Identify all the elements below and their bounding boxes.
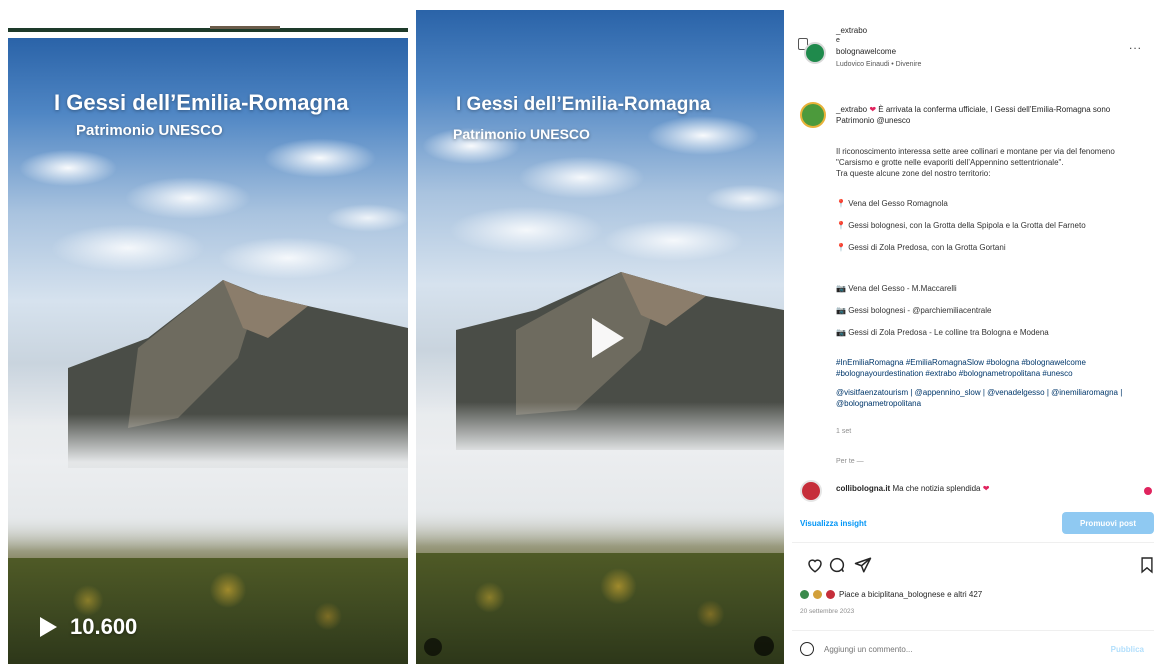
tagged-user-icon[interactable] [424, 638, 442, 656]
pin-icon: 📍 [836, 221, 849, 230]
mute-icon[interactable] [754, 636, 774, 656]
promote-post-button[interactable]: Promuovi post [1062, 512, 1154, 534]
post-date: 20 settembre 2023 [800, 608, 855, 615]
comment: collibologna.it Ma che notizia splendida… [836, 484, 989, 493]
emoji-icon[interactable] [800, 642, 814, 656]
divider [792, 542, 1154, 543]
caption-timestamp: 1 set [836, 428, 852, 435]
camera-icon: 📷 [836, 306, 849, 315]
share-icon[interactable] [854, 556, 872, 574]
publish-button[interactable]: Pubblica [1111, 645, 1144, 654]
thumbnail-subtitle: Patrimonio UNESCO [76, 122, 223, 139]
hashtags[interactable]: #InEmiliaRomagna #EmiliaRomagnaSlow #bol… [836, 357, 1141, 379]
play-icon [40, 617, 57, 637]
avatar [826, 590, 835, 599]
list-item: Vena del Gesso Romagnola [848, 199, 948, 208]
post-details: _extrabo e bolognawelcome Ludovico Einau… [792, 0, 1154, 664]
list-item: Gessi di Zola Predosa, con la Grotta Gor… [848, 243, 1006, 252]
video-player[interactable]: I Gessi dell’Emilia-Romagna Patrimonio U… [416, 10, 784, 664]
divider [792, 630, 1154, 631]
heart-icon: ❤ [867, 105, 877, 114]
avatar [813, 590, 822, 599]
play-icon[interactable] [576, 310, 632, 366]
list-item: Gessi bolognesi - @parchiemiliacentrale [848, 306, 992, 315]
pin-icon: 📍 [836, 199, 849, 208]
thumbnail-strip [210, 26, 280, 29]
credits-list: 📷 Vena del Gesso - M.Maccarelli 📷 Gessi … [836, 272, 1141, 349]
see-translation[interactable]: Per te — [836, 458, 864, 465]
comment-icon[interactable] [828, 556, 846, 574]
fog-layer [416, 402, 784, 547]
audio-track[interactable]: Ludovico Einaudi • Divenire [836, 61, 921, 68]
location-list: 📍 Vena del Gesso Romagnola 📍 Gessi bolog… [836, 187, 1141, 264]
caption-username[interactable]: _extrabo [836, 105, 867, 114]
mentions[interactable]: @visitfaenzatourism | @appennino_slow | … [836, 387, 1141, 409]
author-username[interactable]: _extrabo [836, 26, 867, 35]
heart-icon[interactable] [806, 556, 824, 574]
likes-text: Piace a biciplitana_bolognese e altri 42… [839, 590, 983, 599]
comment-like-icon[interactable] [1144, 487, 1152, 495]
avatar[interactable] [804, 42, 826, 64]
more-options-icon[interactable]: ... [1129, 38, 1142, 52]
heart-icon: ❤ [982, 484, 990, 493]
comment-input[interactable] [824, 640, 1094, 658]
comment-text: Ma che notizia splendida [892, 484, 981, 493]
avatar [800, 590, 809, 599]
video-subtitle: Patrimonio UNESCO [453, 126, 590, 142]
instagram-post-collage: I Gessi dell’Emilia-Romagna Patrimonio U… [0, 0, 1154, 664]
bookmark-icon[interactable] [1140, 556, 1154, 574]
caption-avatar[interactable] [800, 102, 826, 128]
reel-thumbnail[interactable]: I Gessi dell’Emilia-Romagna Patrimonio U… [8, 38, 408, 664]
caption-body: Il riconoscimento interessa sette aree c… [836, 146, 1141, 417]
list-item: Gessi bolognesi, con la Grotta della Spi… [848, 221, 1086, 230]
thumbnail-top-bar [8, 28, 408, 32]
caption-paragraph: Il riconoscimento interessa sette aree c… [836, 147, 1115, 178]
view-count: 10.600 [38, 614, 137, 640]
forest-layer [8, 557, 408, 664]
comment-username[interactable]: collibologna.it [836, 484, 890, 493]
video-title: I Gessi dell’Emilia-Romagna [456, 94, 711, 115]
caption-headline: È arrivata la conferma ufficiale, I Gess… [836, 105, 1111, 125]
camera-icon: 📷 [836, 284, 849, 293]
comment-avatar[interactable] [800, 480, 822, 502]
list-item: Vena del Gesso - M.Maccarelli [848, 284, 957, 293]
forest-layer [416, 552, 784, 664]
thumbnail-title: I Gessi dell’Emilia-Romagna [54, 90, 349, 115]
view-insights-link[interactable]: Visualizza insight [800, 519, 867, 528]
fog-layer [8, 413, 408, 552]
list-item: Gessi di Zola Predosa - Le colline tra B… [848, 328, 1049, 337]
collaborator-username[interactable]: bolognawelcome [836, 47, 896, 56]
camera-icon: 📷 [836, 328, 849, 337]
likes-summary[interactable]: Piace a biciplitana_bolognese e altri 42… [800, 590, 982, 599]
caption-first-line: _extrabo ❤ È arrivata la conferma uffici… [836, 104, 1136, 126]
pin-icon: 📍 [836, 243, 849, 252]
author-separator: e [836, 37, 840, 44]
view-count-value: 10.600 [70, 614, 138, 639]
